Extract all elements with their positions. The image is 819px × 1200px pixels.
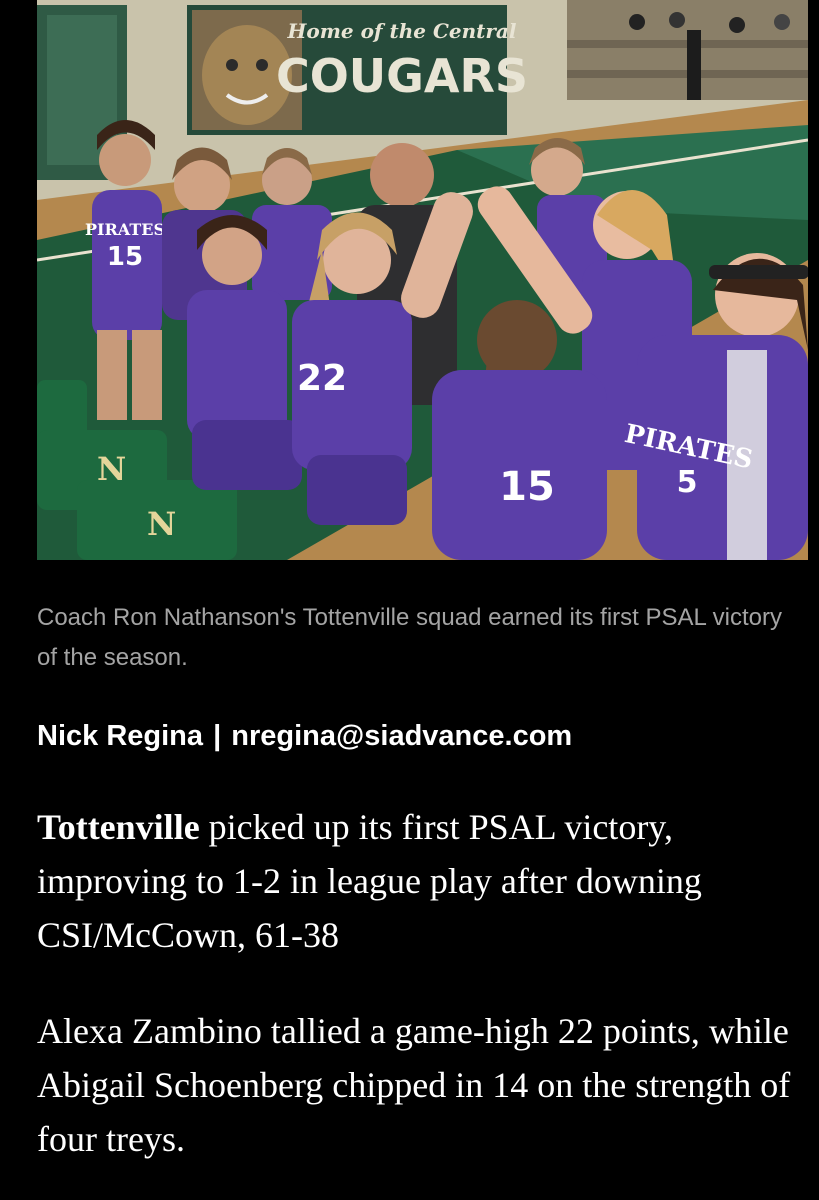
article-paragraph-2: Alexa Zambino tallied a game-high 22 poi… bbox=[37, 1011, 791, 1159]
jersey-number: 15 bbox=[499, 464, 555, 510]
photo-caption: Coach Ron Nathanson's Tottenville squad … bbox=[37, 604, 782, 671]
byline-separator: | bbox=[213, 720, 222, 752]
banner-line2: COUGARS bbox=[276, 49, 528, 103]
jersey-number: 22 bbox=[297, 358, 347, 399]
jersey-number: 15 bbox=[107, 242, 143, 272]
svg-text:N: N bbox=[147, 505, 176, 543]
article-paragraph-1: Tottenville picked up its first PSAL vic… bbox=[37, 800, 797, 962]
svg-text:N: N bbox=[97, 450, 126, 488]
author-name[interactable]: Nick Regina bbox=[37, 720, 203, 752]
jersey-number: 5 bbox=[677, 465, 698, 500]
author-email-link[interactable]: nregina@siadvance.com bbox=[231, 720, 572, 752]
article-photo: Home of the Central COUGARS N N 15 PIRAT… bbox=[37, 0, 808, 560]
byline: Nick Regina | nregina@siadvance.com bbox=[37, 714, 807, 758]
banner-line1: Home of the Central bbox=[287, 19, 517, 43]
lead-word: Tottenville bbox=[37, 807, 200, 847]
jersey-team: PIRATES bbox=[85, 220, 165, 239]
